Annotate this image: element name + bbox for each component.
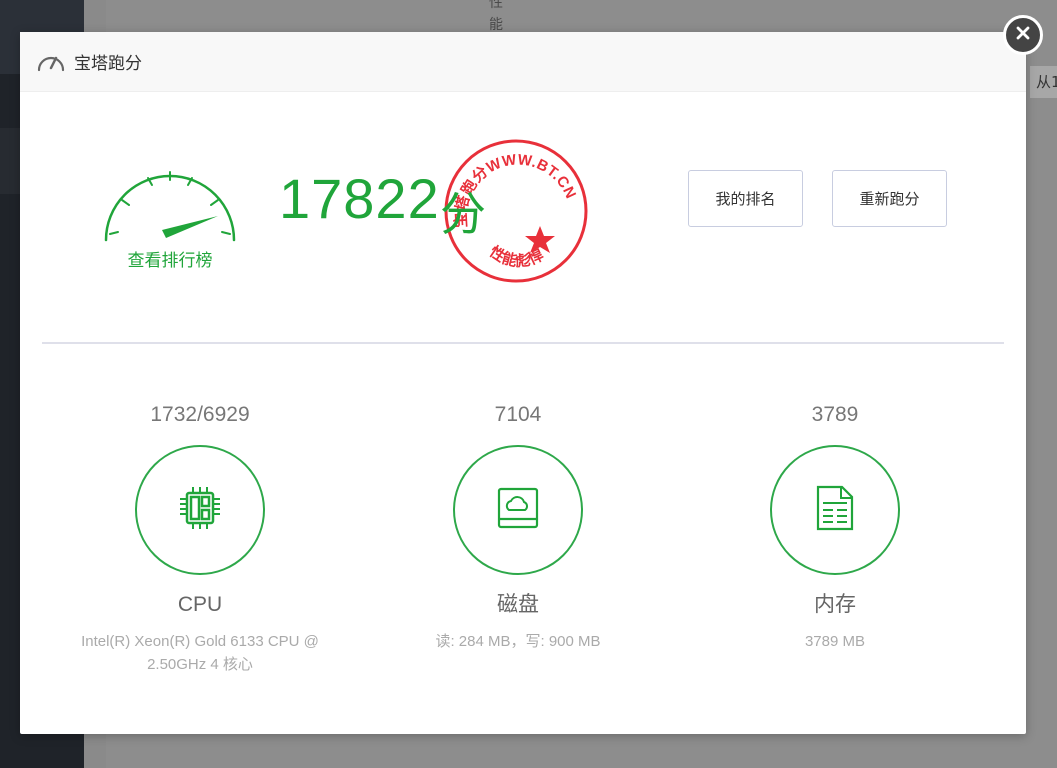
close-icon	[1015, 25, 1031, 45]
benchmark-dialog: 宝塔跑分 查看排行榜 17822 宝塔跑分WWW.BT.CN 性能彪悍 分 我的…	[20, 32, 1026, 734]
divider	[42, 342, 1004, 344]
benchmark-score: 17822	[279, 167, 440, 230]
memory-icon-circle	[770, 445, 900, 575]
background-right-text: 从1	[1030, 66, 1057, 98]
memory-icon	[810, 483, 860, 537]
disk-score: 7104	[494, 403, 542, 426]
close-button[interactable]	[1003, 15, 1043, 55]
disk-icon	[493, 483, 543, 537]
memory-score: 3789	[811, 403, 859, 426]
background-top-text: 性 能	[489, 0, 503, 33]
cpu-metric: 1732/6929 CPU Intel(R) Xeon(R) Gold 6133…	[40, 400, 360, 676]
dialog-header: 宝塔跑分	[20, 32, 1026, 92]
dialog-title: 宝塔跑分	[74, 54, 142, 74]
gauge-icon[interactable]	[100, 152, 240, 302]
cpu-detail: Intel(R) Xeon(R) Gold 6133 CPU @ 2.50GHz…	[81, 633, 319, 673]
cpu-label: CPU	[177, 593, 223, 616]
disk-detail: 读: 284 MB，写: 900 MB	[435, 633, 601, 650]
cpu-icon	[175, 483, 225, 537]
cpu-score: 1732/6929	[150, 403, 250, 426]
score-unit: 分	[440, 187, 486, 241]
my-ranking-button[interactable]: 我的排名	[688, 170, 803, 227]
rerun-benchmark-button[interactable]: 重新跑分	[832, 170, 947, 227]
memory-label: 内存	[814, 593, 856, 616]
memory-detail: 3789 MB	[804, 633, 866, 650]
disk-label: 磁盘	[497, 593, 539, 616]
view-leaderboard-link[interactable]: 查看排行榜	[115, 246, 225, 271]
disk-metric: 7104 磁盘 读: 284 MB，写: 900 MB	[358, 400, 678, 653]
disk-icon-circle	[453, 445, 583, 575]
memory-metric: 3789 内存 3789 MB	[675, 400, 995, 653]
cpu-icon-circle	[135, 445, 265, 575]
speedometer-icon	[36, 50, 68, 74]
